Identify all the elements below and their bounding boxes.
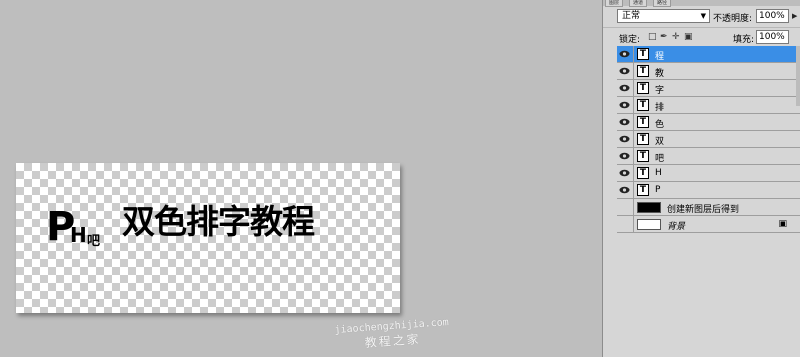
dropdown-arrow-icon: ▼ [700,12,706,20]
visibility-toggle[interactable] [617,199,634,215]
tab-layers[interactable]: 图层 [605,0,624,7]
panel-tabs: 图层 通道 路径 [603,0,800,7]
layer-row[interactable]: T吧 [617,148,800,165]
layer-list: T 程 T 教 T 字 T 排 T 色 T 双 T 吧 T H T P 创建新图层后得到 背景 ▣ [617,46,800,357]
visibility-toggle[interactable] [617,114,634,130]
blend-mode-value: 正常 [622,11,641,21]
layer-thumbnail [637,219,661,230]
lock-all-icon[interactable]: ▣ [684,32,693,42]
layer-name: 程 [655,52,665,62]
watermark: jiaochengzhijia.com 教程之家 [334,316,450,352]
layer-thumbnail [637,202,661,213]
text-layer-icon: T [637,116,649,128]
visibility-toggle[interactable] [617,216,634,232]
tab-channels[interactable]: 通道 [629,0,648,7]
layer-list-scrollbar[interactable] [796,46,800,106]
lock-transparency-icon[interactable]: □ [648,32,657,42]
layer-name: 创建新图层后得到 [667,205,740,215]
fill-label: 填充: [733,35,755,45]
text-layer-icon: T [637,150,649,162]
visibility-toggle[interactable] [617,80,634,96]
visibility-toggle[interactable] [617,165,634,181]
opacity-label: 不透明度: [713,14,753,24]
canvas-workspace[interactable]: P H 吧 双色排字教程 jiaochengzhijia.com 教程之家 [0,0,602,357]
text-layer-icon: T [637,82,649,94]
opacity-input[interactable]: 100% [756,9,789,23]
lock-fill-row: 锁定: □ ✒ ✛ ▣ 填充: 100% ▶ [603,27,800,67]
layer-name: 教 [655,69,665,79]
layer-name: 色 [655,120,665,130]
layer-name: 吧 [655,154,665,164]
layer-name: 背景 [667,222,686,232]
layer-row[interactable]: T色 [617,114,800,131]
document-canvas[interactable]: P H 吧 双色排字教程 [16,163,400,313]
layer-name: P [655,185,661,195]
lock-image-brush-icon[interactable]: ✒ [660,32,668,42]
layer-name: 排 [655,103,665,113]
artwork-title-text: 双色排字教程 [122,202,315,241]
layer-row[interactable]: 创建新图层后得到 [617,199,800,216]
artwork-char-ba: 吧 [87,234,101,249]
layer-row[interactable]: 背景 ▣ [617,216,800,233]
text-layer-icon: T [637,133,649,145]
text-layer-icon: T [637,167,649,179]
text-layer-icon: T [637,99,649,111]
blend-mode-select[interactable]: 正常 ▼ [617,9,710,23]
visibility-toggle[interactable] [617,131,634,147]
visibility-toggle[interactable] [617,63,634,79]
visibility-toggle[interactable] [617,182,634,198]
visibility-toggle[interactable] [617,148,634,164]
blend-opacity-row: 正常 ▼ 不透明度: 100% ▶ [603,8,800,26]
lock-position-move-icon[interactable]: ✛ [672,32,680,42]
layer-row[interactable]: T教 [617,63,800,80]
text-layer-icon: T [637,65,649,77]
text-layer-icon: T [637,184,649,196]
text-layer-icon: T [637,48,649,60]
fill-input[interactable]: 100% [756,30,789,44]
layer-row[interactable]: T排 [617,97,800,114]
layer-row[interactable]: T程 [617,46,800,63]
visibility-toggle[interactable] [617,97,634,113]
layer-row[interactable]: TP [617,182,800,199]
layer-row[interactable]: TH [617,165,800,182]
layer-name: 双 [655,137,665,147]
tab-paths[interactable]: 路径 [653,0,672,7]
artwork-letter-h: H [70,223,87,247]
lock-icon: ▣ [778,219,787,229]
opacity-slider-arrow-icon[interactable]: ▶ [792,12,797,20]
layer-name: 字 [655,86,665,96]
layer-row[interactable]: T字 [617,80,800,97]
lock-label: 锁定: [619,35,641,45]
layers-panel: 图层 通道 路径 正常 ▼ 不透明度: 100% ▶ 锁定: □ ✒ ✛ ▣ 填… [602,0,800,357]
layer-name: H [655,168,662,178]
layer-row[interactable]: T双 [617,131,800,148]
visibility-toggle[interactable] [617,46,634,62]
